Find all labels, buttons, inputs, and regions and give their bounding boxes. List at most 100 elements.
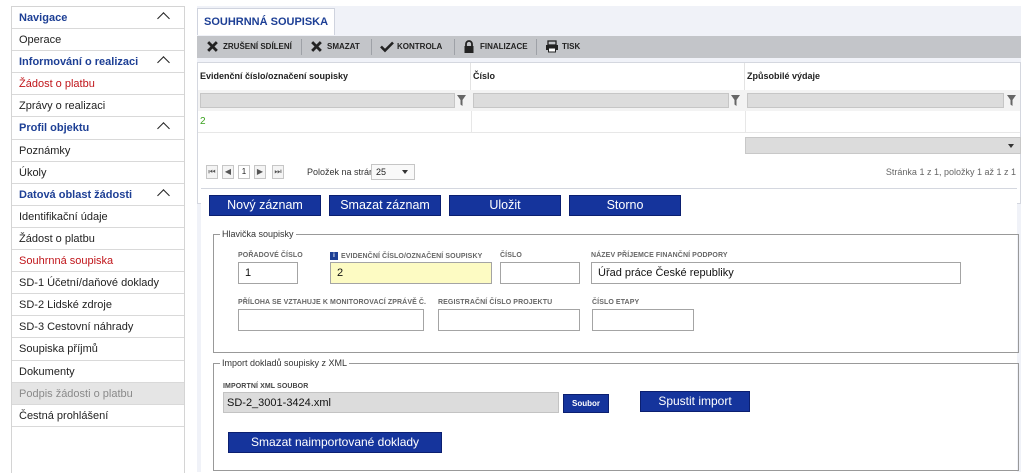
sidebar-item-label: Zprávy o realizaci — [19, 100, 106, 113]
last-page-button[interactable]: ⏭ — [272, 165, 284, 179]
check-button[interactable]: KONTROLA — [377, 36, 442, 58]
priloha-field[interactable] — [238, 309, 424, 331]
table-row[interactable]: 2 — [198, 111, 1020, 133]
filter-input[interactable] — [473, 93, 729, 108]
box-legend: Hlavička soupisky — [220, 228, 296, 240]
sidebar-item-label: Dokumenty — [19, 365, 75, 378]
sidebar-item-ukoly[interactable]: Úkoly — [12, 162, 184, 184]
poradove-cislo-field[interactable]: 1 — [238, 262, 298, 284]
evidencni-cislo-field[interactable]: 2 — [330, 262, 492, 284]
next-page-button[interactable]: ▶ — [254, 165, 266, 179]
pager-info: Stránka 1 z 1, položky 1 až 1 z 1 — [885, 167, 1016, 177]
sidebar-item-label: SD-3 Cestovní náhrady — [19, 321, 134, 334]
column-header-cislo[interactable]: Číslo — [471, 63, 745, 90]
browse-file-button[interactable]: Soubor — [563, 394, 609, 413]
field-label: POŘADOVÉ ČÍSLO — [238, 252, 303, 259]
field-label: PŘÍLOHA SE VZTAHUJE K MONITOROVACÍ ZPRÁV… — [238, 299, 427, 306]
sidebar-item-poznamky[interactable]: Poznámky — [12, 140, 184, 162]
column-header-zpusobile-vydaje[interactable]: Způsobilé výdaje — [745, 63, 1020, 90]
sidebar-item-soupiska-prijmu[interactable]: Soupiska příjmů — [12, 338, 184, 361]
delete-imported-button[interactable]: Smazat naimportované doklady soupisky — [228, 432, 442, 468]
grid-header: Evidenční číslo/označení soupisky Číslo … — [198, 63, 1020, 90]
field-label: i EVIDENČNÍ ČÍSLO/OZNAČENÍ SOUPISKY — [330, 252, 482, 260]
lock-icon — [464, 40, 474, 53]
sidebar-item-cestna-prohlaseni[interactable]: Čestná prohlášení — [12, 405, 184, 427]
sidebar-item-zadost-o-platbu[interactable]: Žádost o platbu — [12, 73, 184, 96]
sidebar-item-sd1[interactable]: SD-1 Účetní/daňové doklady — [12, 272, 184, 295]
pager: ⏮ ◀ 1 ▶ ⏭ Položek na stránku 25 Stránka … — [198, 159, 1020, 187]
detail-form: Nový záznam Smazat záznam Uložit Storno … — [201, 188, 1019, 473]
sidebar-item-label: Profil objektu — [19, 122, 90, 135]
chevron-up-icon[interactable] — [157, 188, 170, 202]
sidebar-nav: Navigace Operace Informování o realizaci… — [11, 6, 185, 473]
sidebar-item-operace[interactable]: Operace — [12, 29, 184, 52]
filter-icon[interactable] — [731, 95, 740, 106]
sidebar-item-zadost-o-platbu-2[interactable]: Žádost o platbu — [12, 228, 184, 251]
chevron-up-icon[interactable] — [157, 12, 170, 25]
cislo-field[interactable] — [500, 262, 580, 284]
filter-input[interactable] — [747, 93, 1004, 108]
sidebar-item-label: Žádost o platbu — [19, 232, 95, 245]
sidebar-item-dokumenty[interactable]: Dokumenty — [12, 361, 184, 383]
sidebar-item-zpravy[interactable]: Zprávy o realizaci — [12, 95, 184, 118]
field-label: ČÍSLO ETAPY — [592, 299, 640, 306]
cancel-button[interactable]: Storno — [569, 195, 681, 216]
print-button[interactable]: TISK — [542, 36, 580, 58]
chevron-up-icon[interactable] — [157, 56, 170, 70]
field-label: NÁZEV PŘÍJEMCE FINANČNÍ PODPORY — [591, 252, 728, 259]
cancel-sharing-button[interactable]: ZRUŠENÍ SDÍLENÍ — [203, 36, 292, 58]
delete-button[interactable]: SMAZAT — [307, 36, 360, 58]
filter-input[interactable] — [200, 93, 455, 108]
sidebar-item-label: Podpis žádosti o platbu — [19, 387, 133, 400]
prev-page-button[interactable]: ◀ — [222, 165, 234, 179]
filter-row — [198, 90, 1020, 111]
tab-souhrnna-soupiska[interactable]: SOUHRNNÁ SOUPISKA — [197, 8, 336, 35]
finalize-button[interactable]: FINALIZACE — [460, 36, 528, 58]
sidebar-item-souhrnna-soupiska[interactable]: Souhrnná soupiska — [12, 250, 184, 273]
new-record-button[interactable]: Nový záznam — [209, 195, 321, 216]
delete-record-button[interactable]: Smazat záznam — [329, 195, 441, 216]
filter-icon[interactable] — [457, 95, 466, 106]
per-page-select[interactable]: 25 — [371, 164, 415, 180]
main-panel: SOUHRNNÁ SOUPISKA ZRUŠENÍ SDÍLENÍ SMAZAT… — [197, 6, 1021, 473]
printer-icon — [546, 40, 558, 53]
sidebar-item-sd2[interactable]: SD-2 Lidské zdroje — [12, 294, 184, 317]
close-icon — [311, 41, 322, 52]
table-cell — [472, 111, 745, 132]
sidebar-item-label: SD-1 Účetní/daňové doklady — [19, 277, 160, 290]
save-button[interactable]: Uložit — [449, 195, 561, 216]
sidebar-item-identifikacni-udaje[interactable]: Identifikační údaje — [12, 206, 184, 228]
column-header-evidencni[interactable]: Evidenční číslo/označení soupisky — [198, 63, 471, 90]
sidebar-item-label: Navigace — [19, 12, 68, 24]
toolbar-divider — [371, 39, 372, 55]
info-icon: i — [330, 252, 338, 260]
sidebar-item-sd3[interactable]: SD-3 Cestovní náhrady — [12, 316, 184, 339]
chevron-down-icon — [1008, 144, 1014, 148]
chevron-up-icon[interactable] — [157, 122, 170, 136]
sidebar-item-navigace[interactable]: Navigace — [12, 7, 184, 30]
import-file-field[interactable]: SD-2_3001-3424.xml — [223, 392, 559, 413]
field-label: ČÍSLO — [500, 252, 522, 259]
checkmark-icon — [380, 41, 394, 53]
chevron-down-icon — [402, 170, 408, 174]
table-cell — [746, 111, 1020, 132]
toolbar-divider — [536, 39, 537, 55]
cislo-etapy-field[interactable] — [592, 309, 694, 331]
first-page-button[interactable]: ⏮ — [206, 165, 218, 179]
start-import-button[interactable]: Spustit import — [640, 391, 750, 412]
registracni-cislo-field[interactable] — [438, 309, 580, 331]
toolbar-divider — [301, 39, 302, 55]
sidebar-item-datova-oblast[interactable]: Datová oblast žádosti — [12, 184, 184, 206]
filter-icon[interactable] — [1007, 95, 1016, 106]
nazev-prijemce-field[interactable]: Úřad práce České republiky — [591, 262, 961, 284]
toolbar: ZRUŠENÍ SDÍLENÍ SMAZAT KONTROLA FINALIZA… — [197, 36, 1021, 58]
sidebar-item-profil-objektu[interactable]: Profil objektu — [12, 117, 184, 140]
soupiska-grid: Evidenční číslo/označení soupisky Číslo … — [197, 62, 1021, 204]
sidebar-item-label: SD-2 Lidské zdroje — [19, 299, 112, 312]
page-number[interactable]: 1 — [238, 165, 250, 179]
sidebar-item-label: Úkoly — [19, 166, 47, 179]
sidebar-item-informovani[interactable]: Informování o realizaci — [12, 51, 184, 74]
soupiska-header-box: Hlavička soupisky POŘADOVÉ ČÍSLO 1 i EVID… — [213, 228, 1019, 353]
sidebar-item-label: Souhrnná soupiska — [19, 255, 114, 268]
summary-dropdown[interactable] — [745, 137, 1021, 154]
